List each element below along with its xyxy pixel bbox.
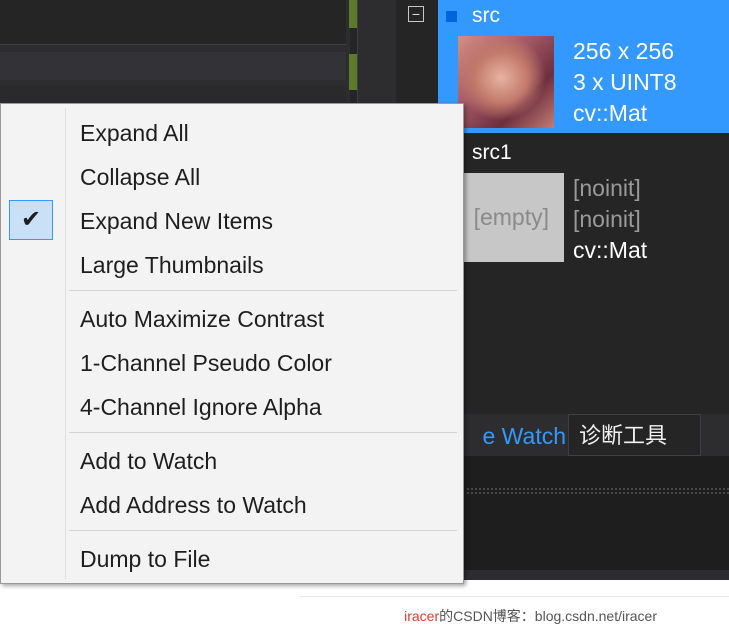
image-channels: 3 x UINT8	[573, 69, 677, 95]
menu-item-label: 1-Channel Pseudo Color	[80, 350, 332, 376]
menu-item-collapse-all[interactable]: Collapse All	[5, 156, 459, 198]
menu-item-label: 4-Channel Ignore Alpha	[80, 394, 322, 420]
watermark-text: 的CSDN博客：blog.csdn.net/iracer	[439, 608, 657, 624]
menu-item-label: Large Thumbnails	[80, 252, 264, 278]
selection-marker-icon	[446, 11, 457, 22]
menu-item-1-channel-pseudo-color[interactable]: 1-Channel Pseudo Color	[5, 342, 459, 384]
checkmark-icon: ✔	[9, 200, 53, 240]
image-type: cv::Mat	[573, 100, 648, 126]
menu-item-4-channel-ignore-alpha[interactable]: 4-Channel Ignore Alpha	[5, 386, 459, 428]
editor-line-highlight	[0, 52, 346, 80]
editor-line	[0, 86, 346, 102]
menu-item-expand-all[interactable]: Expand All	[5, 112, 459, 154]
divider	[300, 596, 729, 597]
menu-item-add-address-to-watch[interactable]: Add Address to Watch	[5, 484, 459, 526]
image-type: cv::Mat	[573, 237, 648, 263]
image-size: 256 x 256	[573, 38, 675, 64]
watch-item-name: src	[472, 4, 500, 27]
menu-separator	[69, 290, 457, 291]
menu-item-label: Auto Maximize Contrast	[80, 306, 325, 332]
collapse-toggle-icon[interactable]: −	[408, 6, 424, 22]
menu-item-expand-new-items[interactable]: ✔ Expand New Items	[5, 200, 459, 242]
context-menu: Expand All Collapse All ✔ Expand New Ite…	[0, 103, 464, 584]
watermark-author: iracer	[404, 608, 440, 624]
watermark: iracer的CSDN博客：blog.csdn.net/iracer	[404, 606, 657, 626]
menu-item-label: Collapse All	[80, 164, 201, 190]
change-marker	[349, 0, 357, 28]
menu-item-large-thumbnails[interactable]: Large Thumbnails	[5, 244, 459, 286]
watch-item-info: [noinit] [noinit] cv::Mat	[573, 173, 647, 266]
menu-separator	[69, 432, 457, 433]
watch-item-name[interactable]: src1	[472, 141, 512, 165]
menu-item-label: Add to Watch	[80, 448, 218, 474]
image-thumbnail[interactable]	[458, 36, 554, 128]
menu-item-add-to-watch[interactable]: Add to Watch	[5, 440, 459, 482]
image-channels: [noinit]	[573, 206, 641, 232]
menu-item-label: Expand All	[80, 120, 189, 146]
menu-item-label: Dump to File	[80, 546, 211, 572]
editor-toolbar	[0, 0, 346, 45]
empty-thumbnail[interactable]: [empty]	[454, 173, 564, 262]
menu-item-label: Expand New Items	[80, 208, 274, 234]
change-marker	[349, 54, 357, 90]
menu-separator	[69, 530, 457, 531]
splitter-grip[interactable]	[466, 487, 729, 495]
menu-item-label: Add Address to Watch	[80, 492, 307, 518]
watch-item-info: 256 x 256 3 x UINT8 cv::Mat	[573, 36, 677, 129]
tab-diagnostic-tools[interactable]: 诊断工具	[568, 414, 701, 456]
image-size: [noinit]	[573, 175, 641, 201]
menu-item-dump-to-file[interactable]: Dump to File	[5, 538, 459, 580]
menu-item-auto-maximize-contrast[interactable]: Auto Maximize Contrast	[5, 298, 459, 340]
